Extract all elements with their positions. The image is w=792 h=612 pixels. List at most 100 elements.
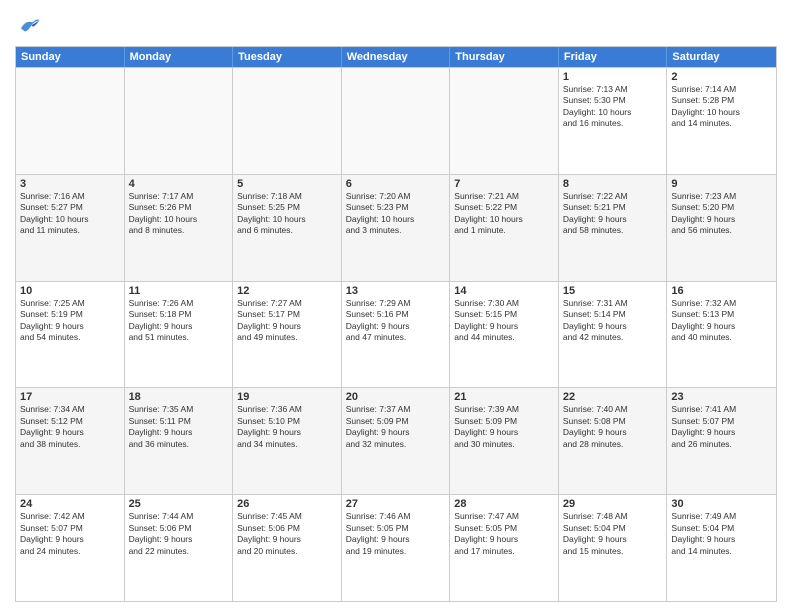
day-cell-22: 22Sunrise: 7:40 AM Sunset: 5:08 PM Dayli… [559, 388, 668, 494]
day-info: Sunrise: 7:23 AM Sunset: 5:20 PM Dayligh… [671, 191, 772, 237]
week-row-3: 10Sunrise: 7:25 AM Sunset: 5:19 PM Dayli… [16, 281, 776, 388]
day-cell-9: 9Sunrise: 7:23 AM Sunset: 5:20 PM Daylig… [667, 175, 776, 281]
day-cell-13: 13Sunrise: 7:29 AM Sunset: 5:16 PM Dayli… [342, 282, 451, 388]
header-day-friday: Friday [559, 47, 668, 67]
day-number: 6 [346, 178, 446, 190]
header-day-tuesday: Tuesday [233, 47, 342, 67]
day-cell-5: 5Sunrise: 7:18 AM Sunset: 5:25 PM Daylig… [233, 175, 342, 281]
day-number: 2 [671, 71, 772, 83]
header-day-sunday: Sunday [16, 47, 125, 67]
day-info: Sunrise: 7:36 AM Sunset: 5:10 PM Dayligh… [237, 404, 337, 450]
day-info: Sunrise: 7:47 AM Sunset: 5:05 PM Dayligh… [454, 511, 554, 557]
empty-cell [342, 68, 451, 174]
day-info: Sunrise: 7:16 AM Sunset: 5:27 PM Dayligh… [20, 191, 120, 237]
header-day-saturday: Saturday [667, 47, 776, 67]
day-cell-19: 19Sunrise: 7:36 AM Sunset: 5:10 PM Dayli… [233, 388, 342, 494]
day-number: 23 [671, 391, 772, 403]
day-number: 13 [346, 285, 446, 297]
logo-bird-icon [17, 14, 41, 38]
empty-cell [16, 68, 125, 174]
day-info: Sunrise: 7:17 AM Sunset: 5:26 PM Dayligh… [129, 191, 229, 237]
header-day-wednesday: Wednesday [342, 47, 451, 67]
day-info: Sunrise: 7:31 AM Sunset: 5:14 PM Dayligh… [563, 298, 663, 344]
day-cell-24: 24Sunrise: 7:42 AM Sunset: 5:07 PM Dayli… [16, 495, 125, 601]
day-info: Sunrise: 7:49 AM Sunset: 5:04 PM Dayligh… [671, 511, 772, 557]
day-number: 12 [237, 285, 337, 297]
week-row-4: 17Sunrise: 7:34 AM Sunset: 5:12 PM Dayli… [16, 387, 776, 494]
day-info: Sunrise: 7:40 AM Sunset: 5:08 PM Dayligh… [563, 404, 663, 450]
day-cell-16: 16Sunrise: 7:32 AM Sunset: 5:13 PM Dayli… [667, 282, 776, 388]
day-number: 9 [671, 178, 772, 190]
day-info: Sunrise: 7:20 AM Sunset: 5:23 PM Dayligh… [346, 191, 446, 237]
day-cell-4: 4Sunrise: 7:17 AM Sunset: 5:26 PM Daylig… [125, 175, 234, 281]
day-cell-1: 1Sunrise: 7:13 AM Sunset: 5:30 PM Daylig… [559, 68, 668, 174]
day-info: Sunrise: 7:13 AM Sunset: 5:30 PM Dayligh… [563, 84, 663, 130]
day-info: Sunrise: 7:27 AM Sunset: 5:17 PM Dayligh… [237, 298, 337, 344]
calendar: SundayMondayTuesdayWednesdayThursdayFrid… [15, 46, 777, 602]
day-cell-20: 20Sunrise: 7:37 AM Sunset: 5:09 PM Dayli… [342, 388, 451, 494]
day-number: 8 [563, 178, 663, 190]
day-cell-26: 26Sunrise: 7:45 AM Sunset: 5:06 PM Dayli… [233, 495, 342, 601]
day-number: 29 [563, 498, 663, 510]
day-number: 7 [454, 178, 554, 190]
day-number: 30 [671, 498, 772, 510]
day-info: Sunrise: 7:22 AM Sunset: 5:21 PM Dayligh… [563, 191, 663, 237]
day-cell-28: 28Sunrise: 7:47 AM Sunset: 5:05 PM Dayli… [450, 495, 559, 601]
day-info: Sunrise: 7:42 AM Sunset: 5:07 PM Dayligh… [20, 511, 120, 557]
day-number: 27 [346, 498, 446, 510]
day-cell-7: 7Sunrise: 7:21 AM Sunset: 5:22 PM Daylig… [450, 175, 559, 281]
empty-cell [450, 68, 559, 174]
day-cell-25: 25Sunrise: 7:44 AM Sunset: 5:06 PM Dayli… [125, 495, 234, 601]
day-number: 28 [454, 498, 554, 510]
day-info: Sunrise: 7:48 AM Sunset: 5:04 PM Dayligh… [563, 511, 663, 557]
calendar-header: SundayMondayTuesdayWednesdayThursdayFrid… [16, 47, 776, 67]
week-row-1: 1Sunrise: 7:13 AM Sunset: 5:30 PM Daylig… [16, 67, 776, 174]
day-number: 10 [20, 285, 120, 297]
day-info: Sunrise: 7:32 AM Sunset: 5:13 PM Dayligh… [671, 298, 772, 344]
day-number: 21 [454, 391, 554, 403]
day-cell-2: 2Sunrise: 7:14 AM Sunset: 5:28 PM Daylig… [667, 68, 776, 174]
empty-cell [125, 68, 234, 174]
week-row-5: 24Sunrise: 7:42 AM Sunset: 5:07 PM Dayli… [16, 494, 776, 601]
day-cell-29: 29Sunrise: 7:48 AM Sunset: 5:04 PM Dayli… [559, 495, 668, 601]
day-number: 16 [671, 285, 772, 297]
logo [15, 14, 41, 38]
day-cell-6: 6Sunrise: 7:20 AM Sunset: 5:23 PM Daylig… [342, 175, 451, 281]
day-cell-12: 12Sunrise: 7:27 AM Sunset: 5:17 PM Dayli… [233, 282, 342, 388]
day-cell-27: 27Sunrise: 7:46 AM Sunset: 5:05 PM Dayli… [342, 495, 451, 601]
day-info: Sunrise: 7:34 AM Sunset: 5:12 PM Dayligh… [20, 404, 120, 450]
day-number: 22 [563, 391, 663, 403]
day-cell-11: 11Sunrise: 7:26 AM Sunset: 5:18 PM Dayli… [125, 282, 234, 388]
header-day-thursday: Thursday [450, 47, 559, 67]
day-number: 15 [563, 285, 663, 297]
day-number: 5 [237, 178, 337, 190]
day-info: Sunrise: 7:44 AM Sunset: 5:06 PM Dayligh… [129, 511, 229, 557]
day-number: 1 [563, 71, 663, 83]
day-info: Sunrise: 7:45 AM Sunset: 5:06 PM Dayligh… [237, 511, 337, 557]
day-info: Sunrise: 7:18 AM Sunset: 5:25 PM Dayligh… [237, 191, 337, 237]
day-number: 4 [129, 178, 229, 190]
day-cell-3: 3Sunrise: 7:16 AM Sunset: 5:27 PM Daylig… [16, 175, 125, 281]
day-info: Sunrise: 7:14 AM Sunset: 5:28 PM Dayligh… [671, 84, 772, 130]
day-number: 19 [237, 391, 337, 403]
logo-content [15, 14, 41, 38]
day-cell-14: 14Sunrise: 7:30 AM Sunset: 5:15 PM Dayli… [450, 282, 559, 388]
day-info: Sunrise: 7:25 AM Sunset: 5:19 PM Dayligh… [20, 298, 120, 344]
day-number: 26 [237, 498, 337, 510]
day-number: 17 [20, 391, 120, 403]
day-number: 3 [20, 178, 120, 190]
day-cell-10: 10Sunrise: 7:25 AM Sunset: 5:19 PM Dayli… [16, 282, 125, 388]
week-row-2: 3Sunrise: 7:16 AM Sunset: 5:27 PM Daylig… [16, 174, 776, 281]
day-cell-21: 21Sunrise: 7:39 AM Sunset: 5:09 PM Dayli… [450, 388, 559, 494]
day-number: 18 [129, 391, 229, 403]
day-cell-18: 18Sunrise: 7:35 AM Sunset: 5:11 PM Dayli… [125, 388, 234, 494]
day-cell-17: 17Sunrise: 7:34 AM Sunset: 5:12 PM Dayli… [16, 388, 125, 494]
day-info: Sunrise: 7:37 AM Sunset: 5:09 PM Dayligh… [346, 404, 446, 450]
empty-cell [233, 68, 342, 174]
day-info: Sunrise: 7:29 AM Sunset: 5:16 PM Dayligh… [346, 298, 446, 344]
day-info: Sunrise: 7:30 AM Sunset: 5:15 PM Dayligh… [454, 298, 554, 344]
page: SundayMondayTuesdayWednesdayThursdayFrid… [0, 0, 792, 612]
header [15, 10, 777, 38]
day-number: 20 [346, 391, 446, 403]
day-number: 11 [129, 285, 229, 297]
